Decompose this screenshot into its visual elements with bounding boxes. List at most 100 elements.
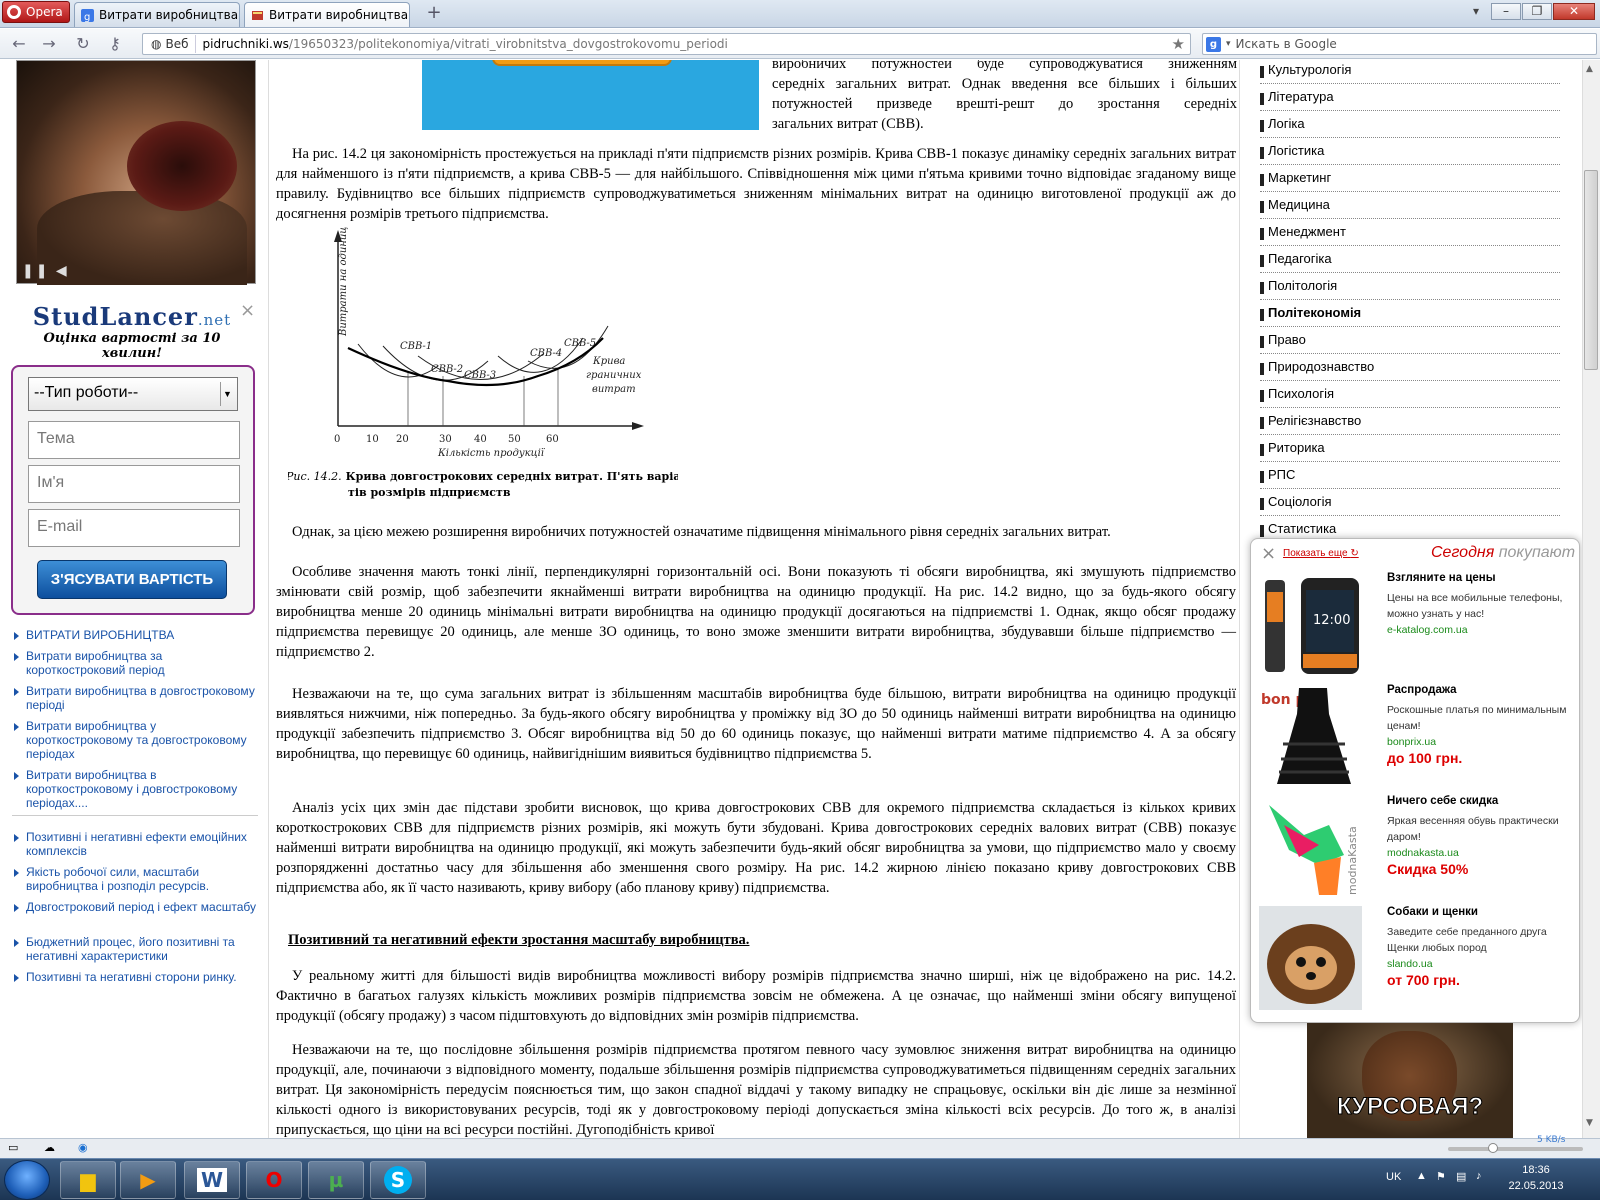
back-arrow-icon[interactable]: ← [8,34,30,54]
key-icon[interactable]: ⚷ [104,34,126,54]
sidebar-category-item[interactable]: Логістика [1260,143,1560,165]
sidebar-category-item[interactable]: Культурологія [1260,62,1560,84]
popup-item-url[interactable]: slando.ua [1387,958,1433,970]
clock-date[interactable]: 22.05.2013 [1496,1180,1576,1192]
taskbar-media-player-icon[interactable]: ▶ [120,1161,176,1199]
google-search-engine-icon[interactable]: g [1206,36,1221,52]
sidebar-category-item[interactable]: Природознавство [1260,359,1560,381]
popup-item[interactable]: bon prix Распродажа Роскошные платья по … [1259,684,1574,794]
taskbar-explorer-icon[interactable]: ▆ [60,1161,116,1199]
popup-item-title[interactable]: Взгляните на цены [1387,572,1496,584]
popup-close-icon[interactable]: × [1261,543,1276,564]
tray-volume-icon[interactable]: ♪ [1476,1170,1482,1182]
sidebar-category-item[interactable]: Соціологія [1260,494,1560,516]
sidebar-category-item[interactable]: РПС [1260,467,1560,489]
taskbar-word-icon[interactable]: W [184,1161,240,1199]
studlancer-logo[interactable]: StudLancer.net [12,302,252,331]
work-type-select[interactable]: --Тип роботи-- ▼ [28,377,238,411]
sidebar-category-item[interactable]: Релігієзнавство [1260,413,1560,435]
sidebar-link[interactable]: Бюджетний процес, його позитивні та нега… [12,935,260,963]
name-field[interactable]: Ім'я [28,465,240,503]
scroll-up-icon[interactable]: ▲ [1586,64,1593,74]
new-tab-icon[interactable]: + [424,4,444,24]
popup-item-title[interactable]: Собаки и щенки [1387,906,1478,918]
popup-item-price: Скидка 50% [1387,861,1469,877]
popup-item-url[interactable]: e-katalog.com.ua [1387,624,1468,636]
y-axis-label: Витрати на одиницю продукції [338,226,349,337]
popup-item[interactable]: Собаки и щенки Заведите себе преданного … [1259,906,1574,1016]
opera-menu-button[interactable]: Opera [2,1,70,23]
forward-arrow-icon[interactable]: → [38,34,60,54]
banner-ad-button[interactable] [492,60,672,66]
windows-start-button[interactable] [4,1160,50,1200]
sidebar-category-item[interactable]: Політологія [1260,278,1560,300]
reload-icon[interactable]: ↻ [72,34,94,54]
zoom-slider[interactable] [1448,1143,1583,1153]
tray-network-icon[interactable]: ▤ [1456,1170,1466,1183]
sidebar-link[interactable]: Позитивні і негативні ефекти емоційних к… [12,830,260,858]
sidebar-category-item[interactable]: Медицина [1260,197,1560,219]
email-field[interactable]: E-mail [28,509,240,547]
page-viewport: ❚❚ ◀ × StudLancer.net Оцінка вартості за… [0,60,1600,1138]
popup-item-title[interactable]: Распродажа [1387,684,1457,696]
taskbar-utorrent-icon[interactable]: µ [308,1161,364,1199]
sidebar-category-item[interactable]: Риторика [1260,440,1560,462]
topic-field[interactable]: Тема [28,421,240,459]
zoom-slider-knob[interactable] [1488,1143,1498,1153]
address-bar[interactable]: ◍ Веб pidruchniki.ws/19650323/politekonom… [142,33,1191,55]
tab-list-chevron-icon[interactable]: ▾ [1466,4,1486,22]
search-field[interactable]: g ▾ Искать в Google [1202,33,1597,55]
minimize-button[interactable]: – [1491,3,1521,20]
sidebar-link[interactable]: Витрати виробництва за короткостроковий … [12,649,260,677]
sidebar-link[interactable]: Довгостроковий період і ефект масштабу [12,900,260,914]
tab-2[interactable]: Витрати виробництва ... × [244,2,410,27]
popup-item[interactable]: 12:00 Взгляните на цены Цены на все моби… [1259,572,1574,682]
video-pause-mute-icon[interactable]: ❚❚ ◀ [22,263,69,279]
web-badge[interactable]: ◍ Веб [145,35,196,53]
sidebar-link[interactable]: Якість робочої сили, масштаби виробництв… [12,865,260,893]
taskbar-opera-icon[interactable]: O [246,1161,302,1199]
sidebar-link[interactable]: Витрати виробництва в короткостроковому … [12,768,260,810]
video-ad-player[interactable] [16,60,256,285]
sidebar-category-item[interactable]: Менеджмент [1260,224,1560,246]
maximize-button[interactable]: ❐ [1522,3,1552,20]
x-axis-label: Кількість продукції [437,448,546,459]
language-indicator[interactable]: UK [1386,1171,1401,1183]
kursova-ad-banner[interactable]: КУРСОВАЯ? [1307,1023,1513,1138]
scroll-down-icon[interactable]: ▼ [1586,1118,1593,1128]
url-text[interactable]: pidruchniki.ws/19650323/politekonomiya/v… [196,37,728,51]
sidebar-link[interactable]: ВИТРАТИ ВИРОБНИЦТВА [12,628,260,642]
sidebar-category-item[interactable]: Маркетинг [1260,170,1560,192]
paragraph: Однак, за цією межею розширення виробнич… [292,524,1111,540]
scrollbar-thumb[interactable] [1584,170,1598,370]
get-price-button[interactable]: З'ЯСУВАТИ ВАРТІСТЬ [37,560,227,599]
turbo-icon[interactable]: ◉ [78,1141,88,1154]
cloud-icon[interactable]: ☁ [44,1141,55,1154]
search-engine-dropdown-icon[interactable]: ▾ [1226,39,1231,49]
sidebar-link[interactable]: Витрати виробництва в довгостроковому пе… [12,684,260,712]
sidebar-category-item[interactable]: Психологія [1260,386,1560,408]
tray-expand-icon[interactable]: ▲ [1416,1170,1427,1182]
url-path: /19650323/politekonomiya/vitrati_virobni… [288,37,728,51]
bookmark-star-icon[interactable]: ★ [1172,35,1185,53]
popup-show-more-link[interactable]: Показать еще ↻ [1283,548,1359,559]
popup-item-url[interactable]: bonprix.ua [1387,736,1436,748]
window-close-button[interactable]: ✕ [1553,3,1595,20]
article-banner-ad[interactable] [422,60,759,130]
popup-item[interactable]: modnaKasta Ничего себе скидка Яркая весе… [1259,795,1574,905]
video-frame-mouth [127,121,237,211]
sidebar-category-item[interactable]: Логіка [1260,116,1560,138]
popup-item-title[interactable]: Ничего себе скидка [1387,795,1498,807]
sidebar-category-item[interactable]: Право [1260,332,1560,354]
sidebar-link[interactable]: Витрати виробництва у короткостроковому … [12,719,260,761]
clock-time[interactable]: 18:36 [1506,1164,1566,1176]
tab-1[interactable]: g Витрати виробництва ... × [74,2,240,27]
taskbar-skype-icon[interactable]: S [370,1161,426,1199]
sidebar-category-item[interactable]: Політекономія [1260,305,1560,327]
sidebar-category-item[interactable]: Література [1260,89,1560,111]
tray-flag-icon[interactable]: ⚑ [1436,1170,1446,1183]
popup-item-url[interactable]: modnakasta.ua [1387,847,1459,859]
sidebar-link[interactable]: Позитивні та негативні сторони ринку. [12,970,260,984]
panel-toggle-icon[interactable]: ▭ [8,1141,18,1154]
sidebar-category-item[interactable]: Педагогіка [1260,251,1560,273]
